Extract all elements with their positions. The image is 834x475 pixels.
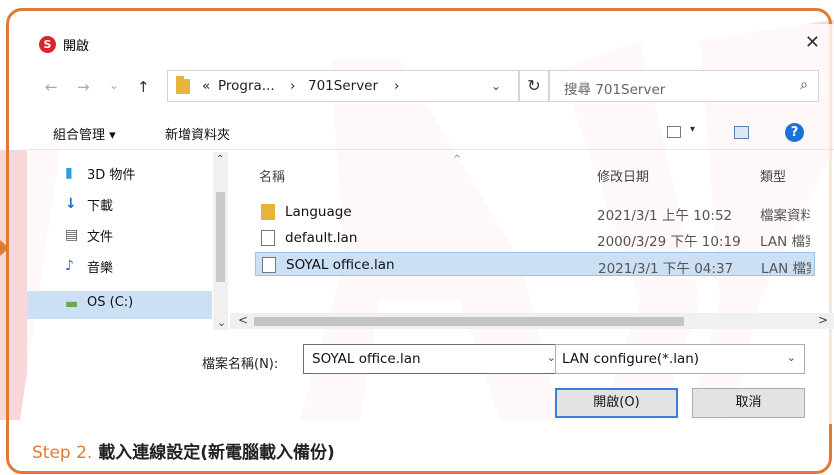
column-header-type[interactable]: 類型 — [760, 166, 786, 185]
search-icon[interactable]: ⌕ — [800, 77, 808, 93]
sidebar-item-label: 音樂 — [87, 261, 114, 276]
sort-caret-icon: ^ — [453, 154, 462, 165]
file-icon — [261, 230, 275, 246]
step-caption: Step 2. 載入連線設定(新電腦載入備份) — [32, 438, 335, 463]
sidebar-item-music[interactable]: ♪ 音樂 — [45, 253, 225, 279]
filename-value: SOYAL office.lan — [312, 351, 421, 367]
help-icon[interactable]: ? — [785, 123, 804, 142]
cancel-button[interactable]: 取消 — [692, 388, 805, 418]
address-dropdown[interactable]: ⌄ — [491, 79, 501, 93]
back-button[interactable]: ← — [45, 78, 58, 96]
open-button[interactable]: 開啟(O) — [555, 388, 678, 418]
toolbar: 組合管理 ▾ 新增資料夾 ▾ ? — [27, 116, 834, 150]
navigation-pane: ▮ 3D 物件 ↓ 下載 ▤ 文件 ♪ 音樂 ▬ OS (C:) — [27, 152, 230, 330]
sidebar-item-os-drive[interactable]: ▬ OS (C:) — [27, 291, 212, 319]
scroll-right-button[interactable]: > — [818, 313, 828, 327]
address-bar[interactable]: « Progra... › 701Server › ⌄ — [167, 70, 519, 102]
file-date: 2021/3/1 上午 10:52 — [597, 208, 733, 224]
file-type: LAN 檔案 — [761, 261, 811, 277]
sidebar-scrollbar[interactable]: ⌃ — [213, 152, 228, 330]
close-button[interactable]: ✕ — [805, 32, 820, 53]
scrollbar-thumb[interactable] — [254, 317, 684, 326]
pointer-arrow — [0, 240, 9, 256]
filename-label: 檔案名稱(N): — [202, 357, 279, 372]
sidebar-item-label: 文件 — [87, 230, 114, 245]
scroll-down-button[interactable]: ⌄ — [217, 316, 226, 329]
sidebar-item-label: 3D 物件 — [87, 168, 136, 183]
app-logo-icon: S — [39, 36, 56, 53]
column-header-name[interactable]: 名稱 — [259, 166, 285, 185]
sidebar-item-documents[interactable]: ▤ 文件 — [45, 222, 225, 248]
refresh-button[interactable]: ↻ — [519, 70, 549, 102]
file-list: ^ 名稱 修改日期 類型 Language 2021/3/1 上午 10:52 … — [245, 152, 834, 312]
view-options-icon[interactable] — [667, 126, 681, 138]
breadcrumb-overflow[interactable]: « — [202, 78, 210, 94]
history-dropdown[interactable]: ⌄ — [109, 78, 119, 92]
breadcrumb-programs[interactable]: Progra... — [218, 78, 275, 94]
document-icon: ▤ — [65, 227, 79, 243]
file-icon — [262, 257, 276, 273]
open-file-dialog: S 開啟 ✕ ← → ⌄ ↑ « Progra... › 701Server ›… — [27, 24, 834, 424]
file-date: 2000/3/29 下午 10:19 — [597, 234, 741, 250]
new-folder-button[interactable]: 新增資料夾 — [165, 124, 230, 143]
file-name: SOYAL office.lan — [286, 257, 395, 273]
file-date: 2021/3/1 下午 04:37 — [598, 261, 734, 277]
file-type: 檔案資料夾 — [760, 208, 810, 224]
step-number: Step 2. — [32, 443, 93, 463]
table-row[interactable]: Language 2021/3/1 上午 10:52 檔案資料夾 — [255, 200, 815, 224]
sidebar-item-label: OS (C:) — [87, 295, 134, 310]
search-input[interactable]: 搜尋 701Server ⌕ — [549, 70, 819, 102]
sidebar-item-3d-objects[interactable]: ▮ 3D 物件 — [45, 160, 225, 186]
table-row-selected[interactable]: SOYAL office.lan 2021/3/1 下午 04:37 LAN 檔… — [255, 252, 815, 277]
horizontal-scrollbar[interactable]: < > — [230, 313, 834, 329]
file-type-value: LAN configure(*.lan) — [562, 351, 700, 367]
folder-icon — [176, 76, 190, 94]
sidebar-item-downloads[interactable]: ↓ 下載 — [45, 191, 225, 217]
sidebar-item-label: 下載 — [87, 199, 114, 214]
table-row[interactable]: default.lan 2000/3/29 下午 10:19 LAN 檔案 — [255, 226, 815, 250]
preview-pane-icon[interactable] — [734, 126, 749, 139]
scroll-up-button[interactable]: ⌃ — [216, 154, 224, 165]
drive-icon: ▬ — [65, 296, 79, 312]
file-type-select[interactable]: LAN configure(*.lan) ⌄ — [555, 344, 805, 374]
file-name: default.lan — [285, 230, 358, 246]
forward-button[interactable]: → — [77, 78, 90, 96]
search-placeholder: 搜尋 701Server — [564, 82, 666, 98]
view-dropdown[interactable]: ▾ — [690, 124, 695, 135]
up-button[interactable]: ↑ — [137, 78, 150, 96]
breadcrumb-separator[interactable]: › — [290, 78, 295, 94]
music-icon: ♪ — [65, 258, 74, 274]
organize-menu[interactable]: 組合管理 ▾ — [53, 124, 116, 143]
scrollbar-thumb[interactable] — [216, 192, 225, 282]
column-header-date[interactable]: 修改日期 — [597, 166, 649, 185]
step-description: 載入連線設定(新電腦載入備份) — [98, 443, 335, 463]
filename-field[interactable]: SOYAL office.lan ⌄ — [303, 344, 565, 374]
window-title: 開啟 — [63, 39, 90, 54]
breadcrumb-701server[interactable]: 701Server — [308, 78, 378, 94]
folder-icon — [261, 204, 275, 220]
cube-icon: ▮ — [65, 165, 73, 181]
file-name: Language — [285, 204, 352, 220]
chevron-down-icon[interactable]: ⌄ — [787, 351, 796, 364]
scroll-left-button[interactable]: < — [238, 313, 248, 327]
file-type: LAN 檔案 — [760, 234, 810, 250]
title-bar: S 開啟 ✕ — [27, 24, 834, 62]
download-icon: ↓ — [65, 196, 77, 212]
address-row: ← → ⌄ ↑ « Progra... › 701Server › ⌄ ↻ 搜尋… — [27, 70, 834, 104]
breadcrumb-separator[interactable]: › — [394, 78, 399, 94]
